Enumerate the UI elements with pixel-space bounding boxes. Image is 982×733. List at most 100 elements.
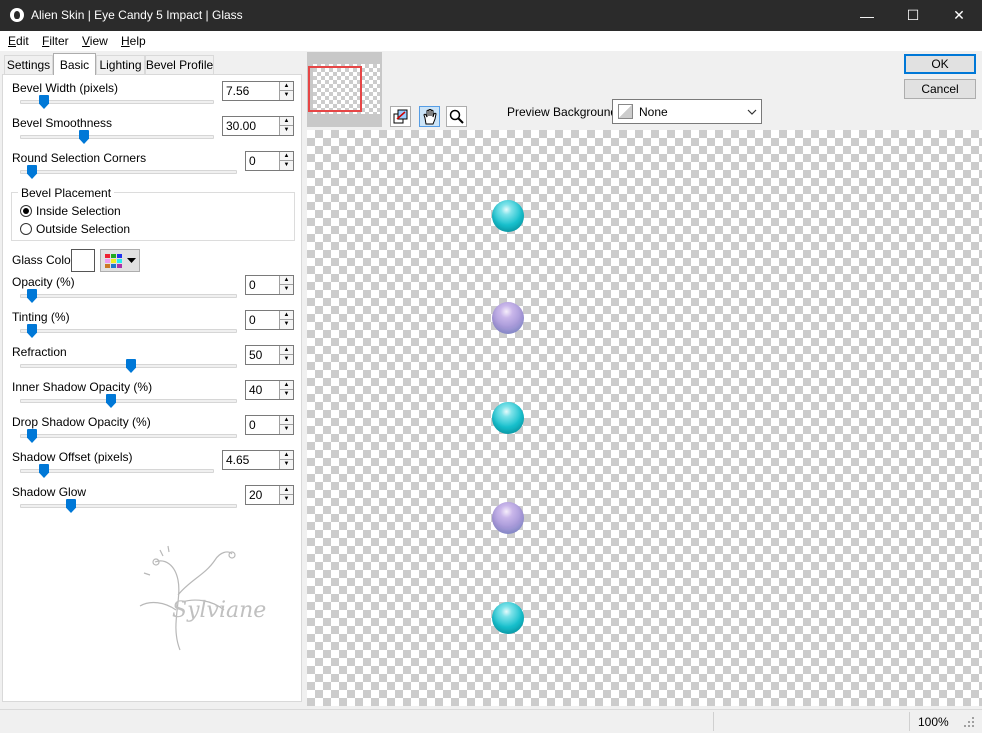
bevel-width-stepper[interactable]: ▲ ▼ — [222, 81, 294, 101]
tab-lighting[interactable]: Lighting — [96, 55, 145, 74]
refraction-down-button[interactable]: ▼ — [279, 355, 293, 364]
minimize-icon: — — [860, 7, 874, 24]
drop-shadow-opacity-label: Drop Shadow Opacity (%) — [12, 415, 151, 429]
inner-shadow-opacity-input[interactable] — [246, 381, 279, 399]
shadow-offset-up-button[interactable]: ▲ — [279, 451, 293, 460]
bevel-width-label: Bevel Width (pixels) — [12, 81, 119, 95]
menu-view[interactable]: View — [82, 34, 108, 48]
tinting-down-button[interactable]: ▼ — [279, 320, 293, 329]
tinting-slider[interactable] — [20, 324, 237, 338]
navigator-view-box[interactable] — [308, 66, 362, 112]
glass-bead-3 — [492, 402, 524, 434]
drop-shadow-opacity-down-button[interactable]: ▼ — [279, 425, 293, 434]
bevel-smoothness-down-button[interactable]: ▼ — [279, 126, 293, 135]
round-corners-stepper[interactable]: ▲ ▼ — [245, 151, 294, 171]
outside-selection-label[interactable]: Outside Selection — [36, 222, 130, 236]
shadow-glow-label: Shadow Glow — [12, 485, 87, 499]
shadow-offset-stepper[interactable]: ▲ ▼ — [222, 450, 294, 470]
compare-icon — [393, 109, 407, 123]
tab-bevel-profile[interactable]: Bevel Profile — [145, 55, 214, 74]
resize-grip-icon[interactable] — [962, 715, 976, 729]
preview-canvas[interactable] — [307, 130, 982, 706]
glass-bead-2 — [492, 302, 524, 334]
shadow-glow-down-button[interactable]: ▼ — [279, 495, 293, 504]
shadow-glow-input[interactable] — [246, 486, 279, 504]
menu-bar: Edit Filter View Help — [0, 31, 982, 51]
tinting-up-button[interactable]: ▲ — [279, 311, 293, 320]
inner-shadow-opacity-up-button[interactable]: ▲ — [279, 381, 293, 390]
close-icon: ✕ — [953, 7, 965, 23]
opacity-up-button[interactable]: ▲ — [279, 276, 293, 285]
drop-shadow-opacity-input[interactable] — [246, 416, 279, 434]
hand-tool-button[interactable] — [419, 106, 440, 127]
cancel-button[interactable]: Cancel — [904, 79, 976, 99]
tinting-stepper[interactable]: ▲ ▼ — [245, 310, 294, 330]
refraction-up-button[interactable]: ▲ — [279, 346, 293, 355]
bevel-width-slider[interactable] — [20, 95, 214, 109]
inside-selection-radio[interactable] — [20, 205, 32, 217]
menu-edit[interactable]: Edit — [8, 34, 29, 48]
chevron-down-icon — [747, 109, 757, 115]
shadow-glow-slider[interactable] — [20, 499, 237, 513]
preview-background-select[interactable]: None — [612, 99, 762, 124]
bevel-width-input[interactable] — [223, 82, 279, 100]
shadow-offset-input[interactable] — [223, 451, 279, 469]
glass-bead-1 — [492, 200, 524, 232]
maximize-button[interactable]: ☐ — [890, 0, 936, 31]
refraction-input[interactable] — [246, 346, 279, 364]
opacity-slider[interactable] — [20, 289, 237, 303]
round-corners-down-button[interactable]: ▼ — [279, 161, 293, 170]
bevel-smoothness-stepper[interactable]: ▲ ▼ — [222, 116, 294, 136]
bevel-width-up-button[interactable]: ▲ — [279, 82, 293, 91]
zoom-level: 100% — [918, 715, 949, 729]
zoom-tool-button[interactable] — [446, 106, 467, 127]
glass-color-swatch[interactable] — [71, 249, 95, 272]
inside-selection-label[interactable]: Inside Selection — [36, 204, 121, 218]
close-button[interactable]: ✕ — [936, 0, 982, 31]
menu-help[interactable]: Help — [121, 34, 146, 48]
refraction-stepper[interactable]: ▲ ▼ — [245, 345, 294, 365]
preview-background-label: Preview Background: — [507, 105, 621, 119]
drop-shadow-opacity-up-button[interactable]: ▲ — [279, 416, 293, 425]
tab-basic[interactable]: Basic — [53, 53, 96, 75]
drop-shadow-opacity-stepper[interactable]: ▲ ▼ — [245, 415, 294, 435]
opacity-down-button[interactable]: ▼ — [279, 285, 293, 294]
shadow-glow-up-button[interactable]: ▲ — [279, 486, 293, 495]
status-separator — [713, 712, 714, 731]
opacity-input[interactable] — [246, 276, 279, 294]
bevel-smoothness-up-button[interactable]: ▲ — [279, 117, 293, 126]
preview-compare-button[interactable] — [390, 106, 411, 127]
app-icon — [10, 8, 24, 22]
menu-filter[interactable]: Filter — [42, 34, 69, 48]
status-bar — [0, 709, 982, 733]
inner-shadow-opacity-down-button[interactable]: ▼ — [279, 390, 293, 399]
tab-settings[interactable]: Settings — [4, 55, 53, 74]
watermark-text: Sylviane — [172, 598, 267, 623]
bevel-placement-label: Bevel Placement — [18, 186, 115, 200]
tinting-label: Tinting (%) — [12, 310, 70, 324]
round-corners-input[interactable] — [246, 152, 279, 170]
inner-shadow-opacity-slider[interactable] — [20, 394, 237, 408]
opacity-label: Opacity (%) — [12, 275, 75, 289]
glass-bead-4 — [492, 502, 524, 534]
tinting-input[interactable] — [246, 311, 279, 329]
bevel-smoothness-input[interactable] — [223, 117, 279, 135]
shadow-offset-down-button[interactable]: ▼ — [279, 460, 293, 469]
transparent-swatch-icon — [618, 104, 633, 119]
dropdown-arrow-icon — [127, 258, 136, 263]
opacity-stepper[interactable]: ▲ ▼ — [245, 275, 294, 295]
inner-shadow-opacity-stepper[interactable]: ▲ ▼ — [245, 380, 294, 400]
color-picker-button[interactable] — [100, 249, 140, 272]
ok-button[interactable]: OK — [904, 54, 976, 74]
round-corners-up-button[interactable]: ▲ — [279, 152, 293, 161]
shadow-glow-stepper[interactable]: ▲ ▼ — [245, 485, 294, 505]
minimize-button[interactable]: — — [844, 0, 890, 31]
refraction-label: Refraction — [12, 345, 67, 359]
bevel-width-down-button[interactable]: ▼ — [279, 91, 293, 100]
refraction-slider[interactable] — [20, 359, 237, 373]
bevel-smoothness-slider[interactable] — [20, 130, 214, 144]
drop-shadow-opacity-slider[interactable] — [20, 429, 237, 443]
shadow-offset-slider[interactable] — [20, 464, 214, 478]
round-corners-slider[interactable] — [20, 165, 237, 179]
outside-selection-radio[interactable] — [20, 223, 32, 235]
